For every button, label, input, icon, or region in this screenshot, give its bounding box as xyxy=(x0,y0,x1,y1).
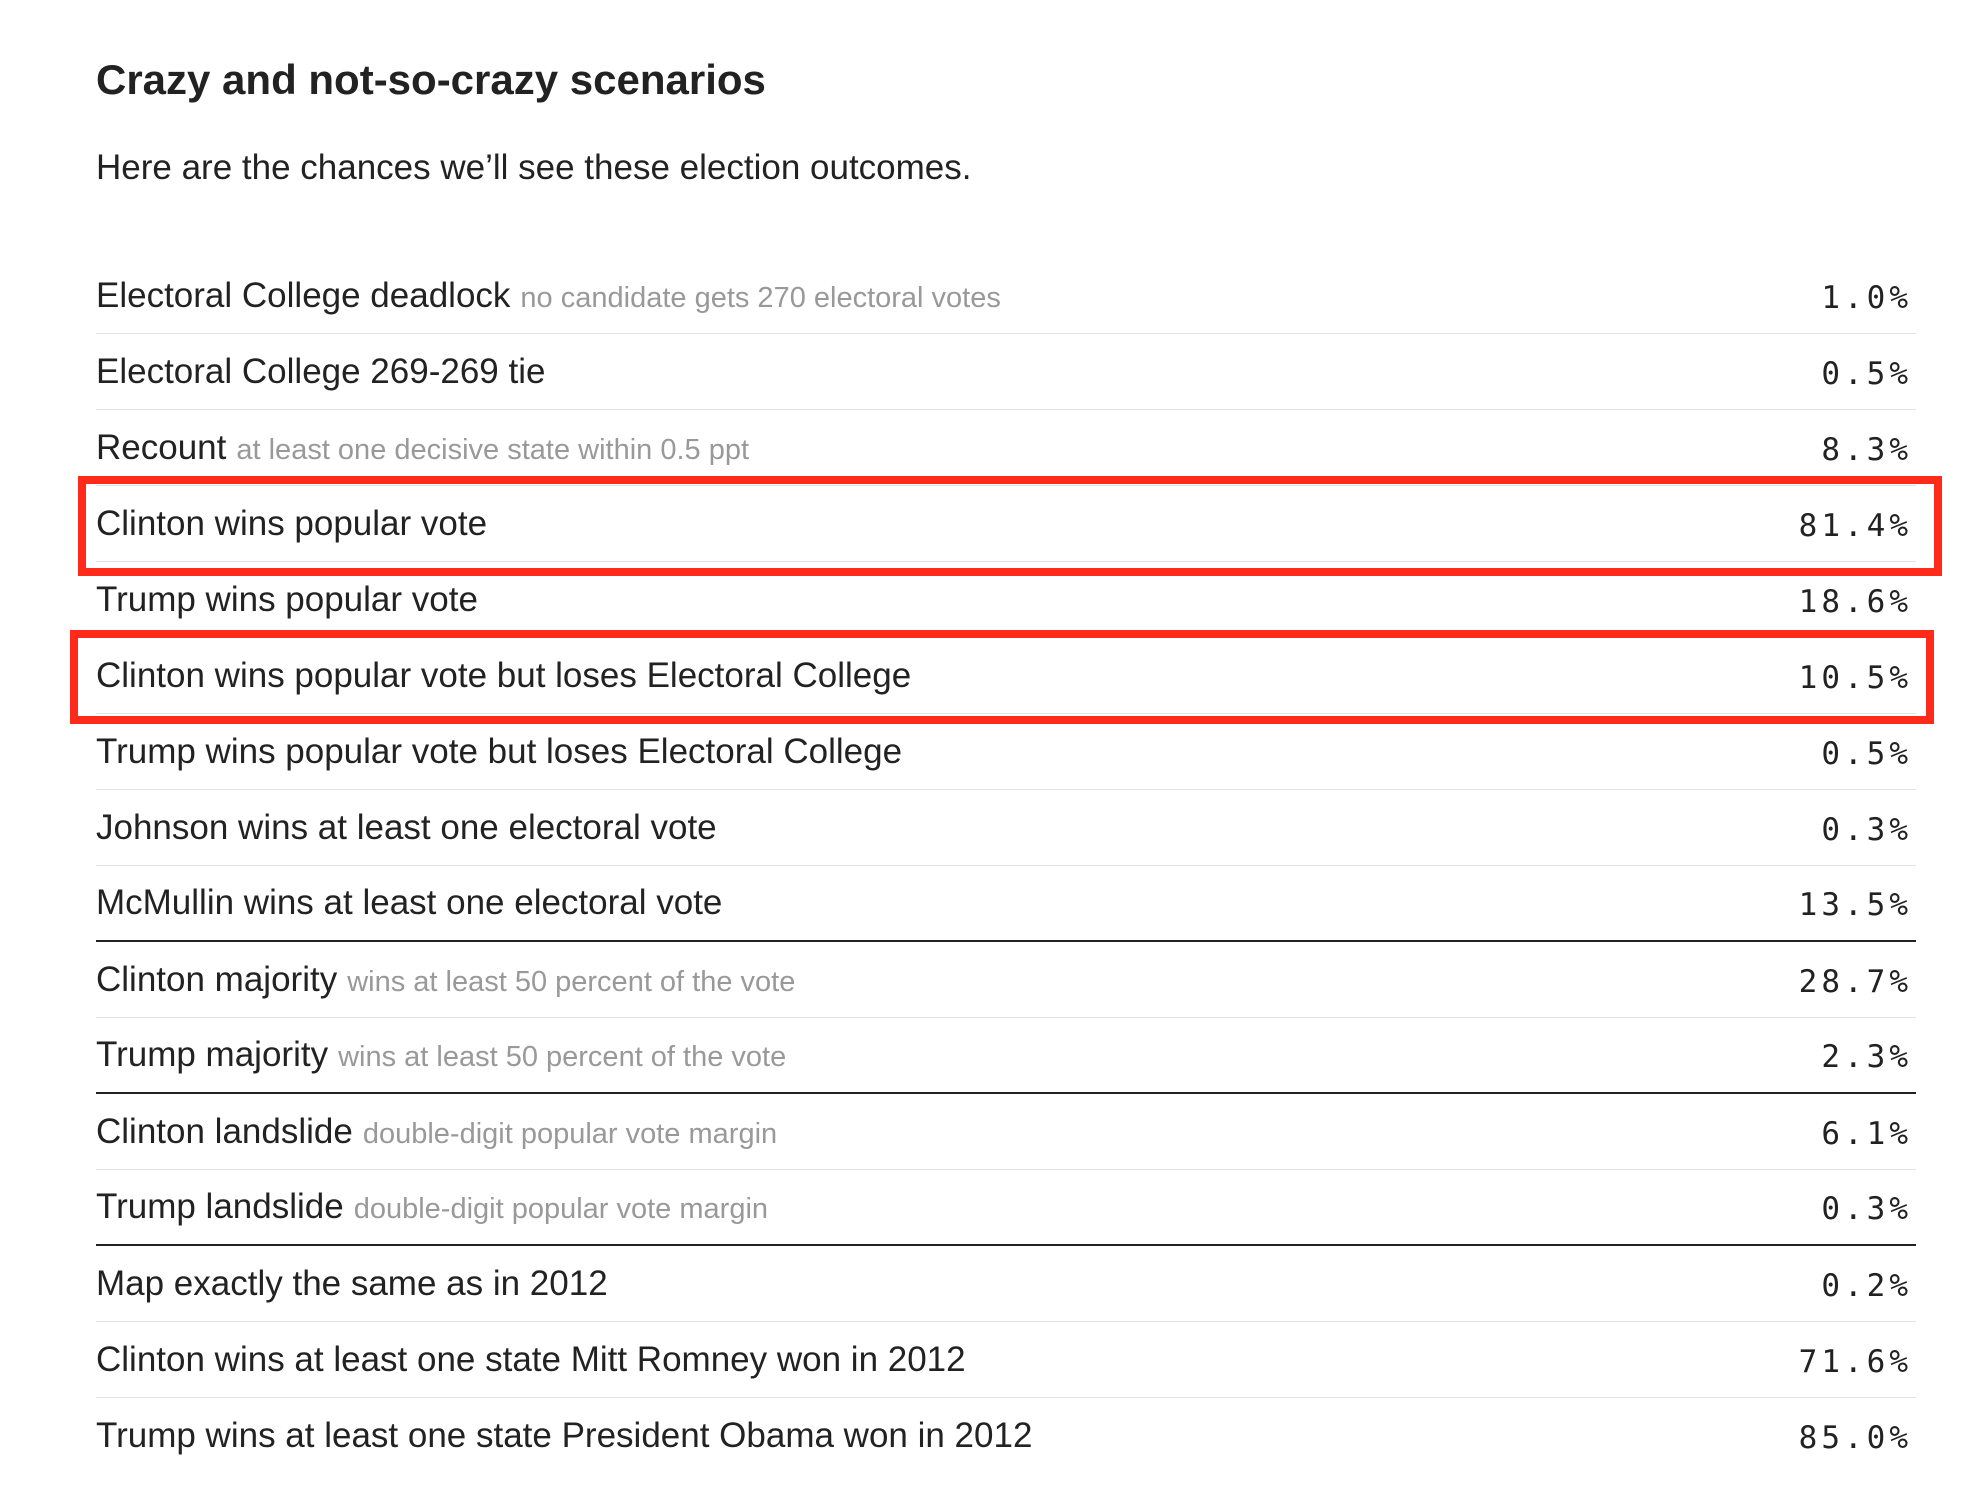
scenario-note: double-digit popular vote margin xyxy=(353,1193,769,1225)
table-row: Trump wins at least one state President … xyxy=(96,1398,1916,1474)
table-row: Clinton wins popular vote but loses Elec… xyxy=(96,638,1916,714)
scenario-label: Map exactly the same as in 2012 xyxy=(96,1263,608,1303)
page-title: Crazy and not-so-crazy scenarios xyxy=(96,56,766,103)
table-row: Map exactly the same as in 2012 0.2% xyxy=(96,1246,1916,1322)
page-subtitle: Here are the chances we’ll see these ele… xyxy=(96,148,972,187)
scenario-probability: 0.5% xyxy=(1821,735,1912,772)
scenario-probability: 10.5% xyxy=(1798,659,1912,696)
scenario-probability: 1.0% xyxy=(1821,279,1912,316)
scenario-label: McMullin wins at least one electoral vot… xyxy=(96,883,723,922)
scenario-note: no candidate gets 270 electoral votes xyxy=(520,281,1001,314)
scenario-probability: 28.7% xyxy=(1798,963,1912,1000)
scenario-label: Electoral College 269-269 tie xyxy=(96,351,546,391)
scenario-probability: 0.5% xyxy=(1821,355,1912,392)
scenario-label: Trump majority xyxy=(96,1035,329,1074)
table-row: Recount at least one decisive state withi… xyxy=(96,410,1916,486)
scenario-label: Trump wins popular vote but loses Electo… xyxy=(96,731,903,771)
table-row: Clinton majority wins at least 50 percent… xyxy=(96,942,1916,1018)
table-row: Trump majority wins at least 50 percent o… xyxy=(96,1018,1916,1094)
scenario-probability: 6.1% xyxy=(1821,1115,1912,1152)
table-row: Trump landslide double-digit popular vote… xyxy=(96,1170,1916,1246)
scenario-note: at least one decisive state within 0.5 p… xyxy=(236,433,750,466)
table-row: McMullin wins at least one electoral vot… xyxy=(96,866,1916,942)
table-row: Electoral College 269-269 tie 0.5% xyxy=(96,334,1916,410)
scenario-probability: 0.2% xyxy=(1821,1267,1912,1304)
scenario-label: Clinton wins popular vote xyxy=(96,503,488,543)
scenario-label: Electoral College deadlock xyxy=(96,275,511,315)
scenario-note: double-digit popular vote margin xyxy=(362,1117,778,1150)
scenario-probability: 0.3% xyxy=(1821,811,1912,848)
scenario-probability: 85.0% xyxy=(1798,1420,1912,1456)
scenarios-table: Electoral College deadlock no candidate g… xyxy=(96,258,1916,1474)
table-row: Clinton wins popular vote 81.4% xyxy=(96,486,1916,562)
scenario-probability: 2.3% xyxy=(1821,1039,1912,1075)
table-row: Electoral College deadlock no candidate g… xyxy=(96,258,1916,334)
table-row: Johnson wins at least one electoral vote… xyxy=(96,790,1916,866)
table-row: Clinton wins at least one state Mitt Rom… xyxy=(96,1322,1916,1398)
scenario-probability: 81.4% xyxy=(1798,507,1912,544)
scenario-probability: 18.6% xyxy=(1798,583,1912,620)
scenario-probability: 0.3% xyxy=(1821,1191,1912,1227)
scenario-label: Clinton wins popular vote but loses Elec… xyxy=(96,655,912,695)
scenario-note: wins at least 50 percent of the vote xyxy=(347,965,796,998)
scenario-probability: 13.5% xyxy=(1798,887,1912,923)
table-row: Trump wins popular vote 18.6% xyxy=(96,562,1916,638)
table-row: Clinton landslide double-digit popular vo… xyxy=(96,1094,1916,1170)
scenario-label: Clinton landslide xyxy=(96,1111,353,1151)
scenario-label: Johnson wins at least one electoral vote xyxy=(96,807,717,847)
scenario-label: Clinton majority xyxy=(96,959,338,999)
scenario-label: Trump landslide xyxy=(96,1187,344,1226)
table-row: Trump wins popular vote but loses Electo… xyxy=(96,714,1916,790)
scenario-label: Clinton wins at least one state Mitt Rom… xyxy=(96,1339,966,1379)
scenario-label: Trump wins popular vote xyxy=(96,579,478,619)
scenario-label: Recount xyxy=(96,427,227,467)
scenario-probability: 71.6% xyxy=(1798,1343,1912,1380)
scenario-label: Trump wins at least one state President … xyxy=(96,1416,1033,1455)
scenario-probability: 8.3% xyxy=(1821,431,1912,468)
scenario-note: wins at least 50 percent of the vote xyxy=(338,1041,787,1073)
